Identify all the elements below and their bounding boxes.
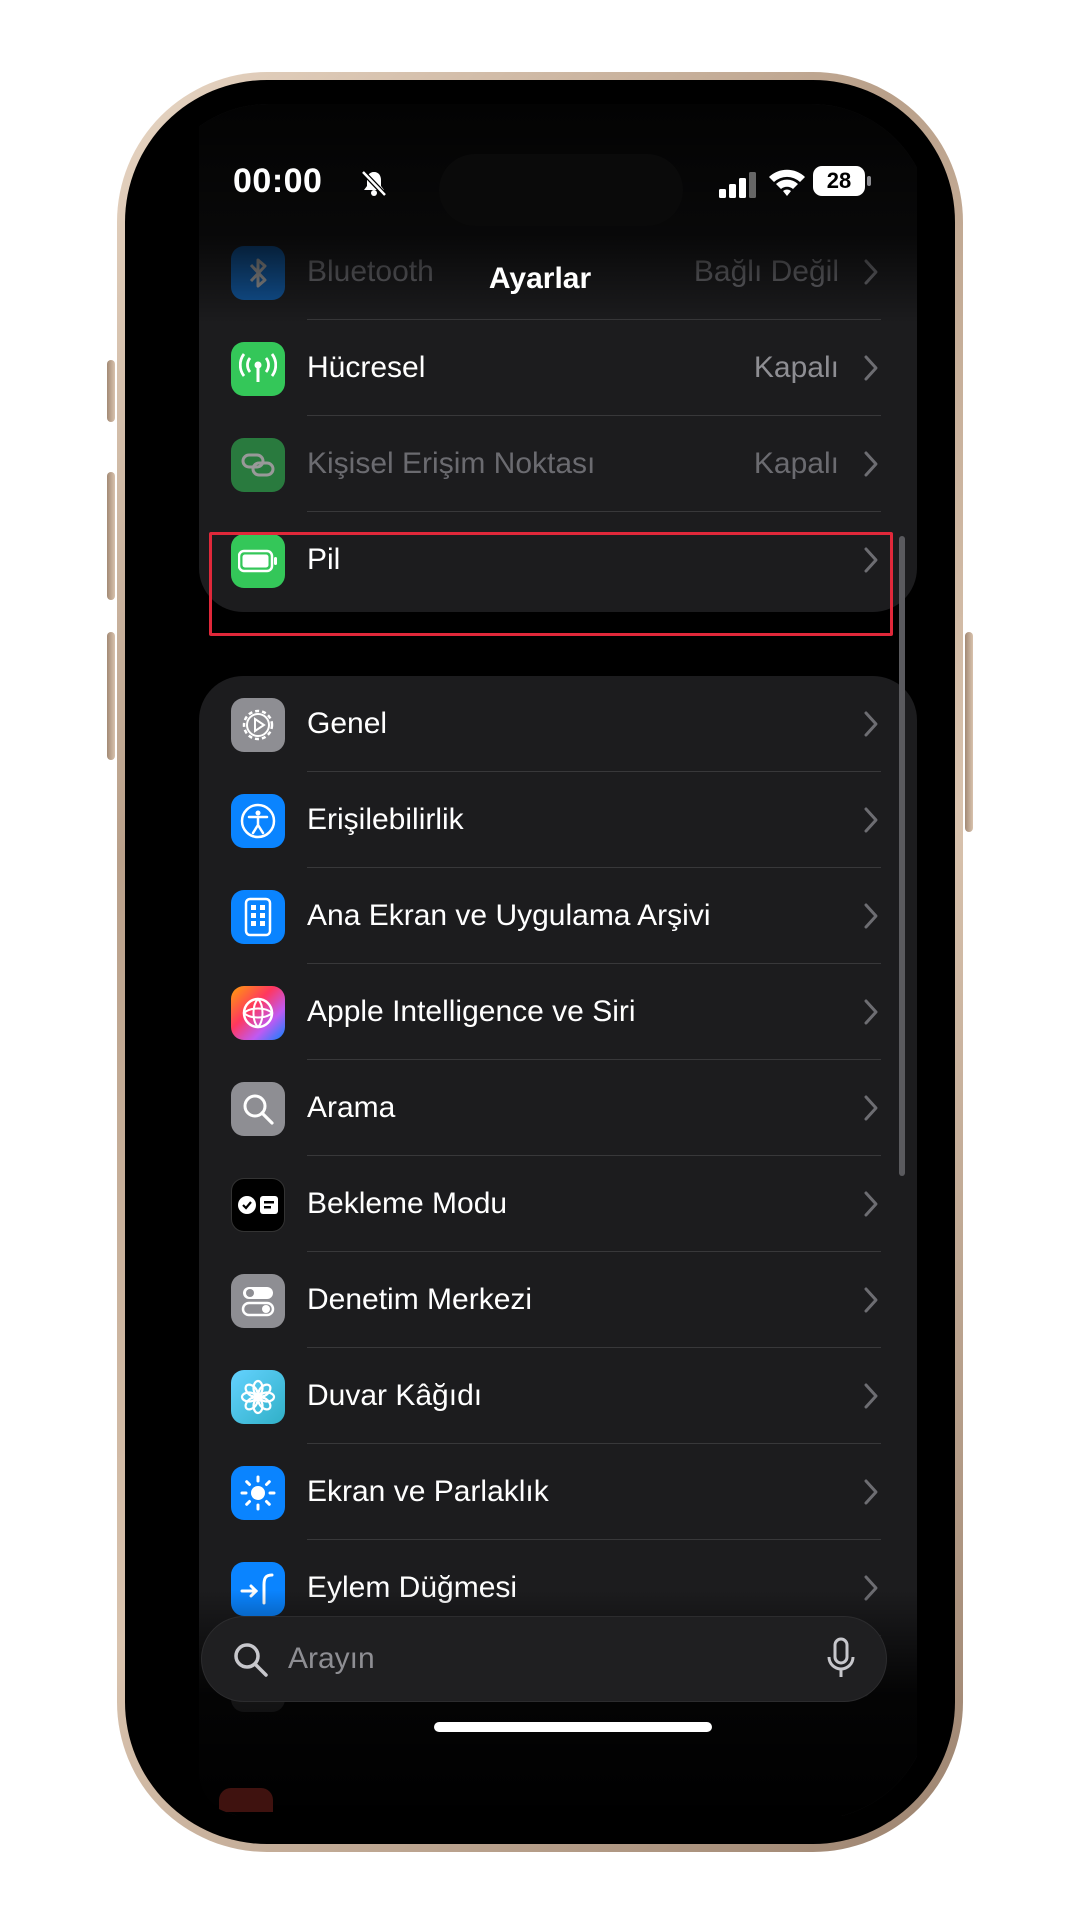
settings-row-arama[interactable]: Arama [199, 1060, 917, 1156]
action-side-button [107, 360, 115, 422]
home-screen-icon [231, 890, 285, 944]
status-bar: 00:00 28 [149, 154, 931, 226]
link-icon [231, 438, 285, 492]
microphone-icon[interactable] [826, 1637, 856, 1681]
settings-row-kisisel-erisim-noktasi[interactable]: Kişisel Erişim Noktası Kapalı [199, 416, 917, 512]
settings-row-ekran-ve-parlaklik[interactable]: Ekran ve Parlaklık [199, 1444, 917, 1540]
standby-icon [231, 1178, 285, 1232]
search-icon [234, 1643, 268, 1677]
home-indicator[interactable] [434, 1722, 712, 1732]
row-label: Denetim Merkezi [307, 1283, 533, 1316]
settings-row-erisilebilirlik[interactable]: Erişilebilirlik [199, 772, 917, 868]
antenna-icon [231, 342, 285, 396]
row-label: Ana Ekran ve Uygulama Arşivi [307, 899, 711, 932]
cellular-signal-icon [719, 172, 756, 198]
gear-icon [231, 698, 285, 752]
dynamic-island [439, 154, 683, 226]
chevron-right-icon [863, 806, 879, 839]
search-input[interactable]: Arayın [288, 1641, 375, 1677]
row-label: Apple Intelligence ve Siri [307, 995, 636, 1028]
chevron-right-icon [863, 998, 879, 1031]
row-label: Arama [307, 1091, 396, 1124]
chevron-right-icon [863, 1190, 879, 1223]
flower-icon [231, 1370, 285, 1424]
battery-percentage: 28 [826, 168, 852, 193]
row-label: Genel [307, 707, 388, 740]
search-icon [231, 1082, 285, 1136]
chevron-right-icon [863, 710, 879, 743]
row-label: Erişilebilirlik [307, 803, 464, 836]
phone-bezel: BluetoothBağlı DeğilHücreselKapalıKişise… [125, 80, 955, 1844]
sun-icon [231, 1466, 285, 1520]
row-label: Bekleme Modu [307, 1187, 508, 1220]
settings-row-bekleme-modu[interactable]: Bekleme Modu [199, 1156, 917, 1252]
wifi-icon [769, 169, 805, 196]
next-row-icon-peek [219, 1788, 273, 1812]
settings-row-apple-intelligence-ve-siri[interactable]: Apple Intelligence ve Siri [199, 964, 917, 1060]
chevron-right-icon [863, 354, 879, 387]
chevron-right-icon [863, 450, 879, 483]
chevron-right-icon [863, 1478, 879, 1511]
row-label: Duvar Kâğıdı [307, 1379, 483, 1412]
volume-down-button [107, 632, 115, 760]
volume-up-button [107, 472, 115, 600]
search-bar[interactable]: Arayın [201, 1616, 887, 1702]
screen: BluetoothBağlı DeğilHücreselKapalıKişise… [149, 104, 931, 1820]
row-label: Ekran ve Parlaklık [307, 1475, 549, 1508]
phone-frame: BluetoothBağlı DeğilHücreselKapalıKişise… [107, 72, 973, 1852]
toggles-icon [231, 1274, 285, 1328]
row-label: Hücresel [307, 351, 426, 384]
row-label: Kişisel Erişim Noktası [307, 447, 596, 480]
settings-row-denetim-merkezi[interactable]: Denetim Merkezi [199, 1252, 917, 1348]
power-button [965, 632, 973, 832]
chevron-right-icon [863, 1382, 879, 1415]
apple-intelligence-icon [231, 986, 285, 1040]
accessibility-icon [231, 794, 285, 848]
chevron-right-icon [863, 902, 879, 935]
chevron-right-icon [863, 1094, 879, 1127]
status-time: 00:00 [233, 162, 323, 200]
settings-row-duvar-kagidi[interactable]: Duvar Kâğıdı [199, 1348, 917, 1444]
row-value: Kapalı [753, 447, 839, 480]
chevron-right-icon [863, 1286, 879, 1319]
settings-row-hucresel[interactable]: Hücresel Kapalı [199, 320, 917, 416]
row-value: Kapalı [753, 351, 839, 384]
settings-row-ana-ekran-ve-uygulama-arsivi[interactable]: Ana Ekran ve Uygulama Arşivi [199, 868, 917, 964]
highlight-box-pil [209, 532, 893, 636]
bell-slash-icon [361, 170, 387, 197]
scrollbar[interactable] [899, 536, 905, 1176]
page-title: Ayarlar [488, 262, 592, 295]
settings-row-genel[interactable]: Genel [199, 676, 917, 772]
